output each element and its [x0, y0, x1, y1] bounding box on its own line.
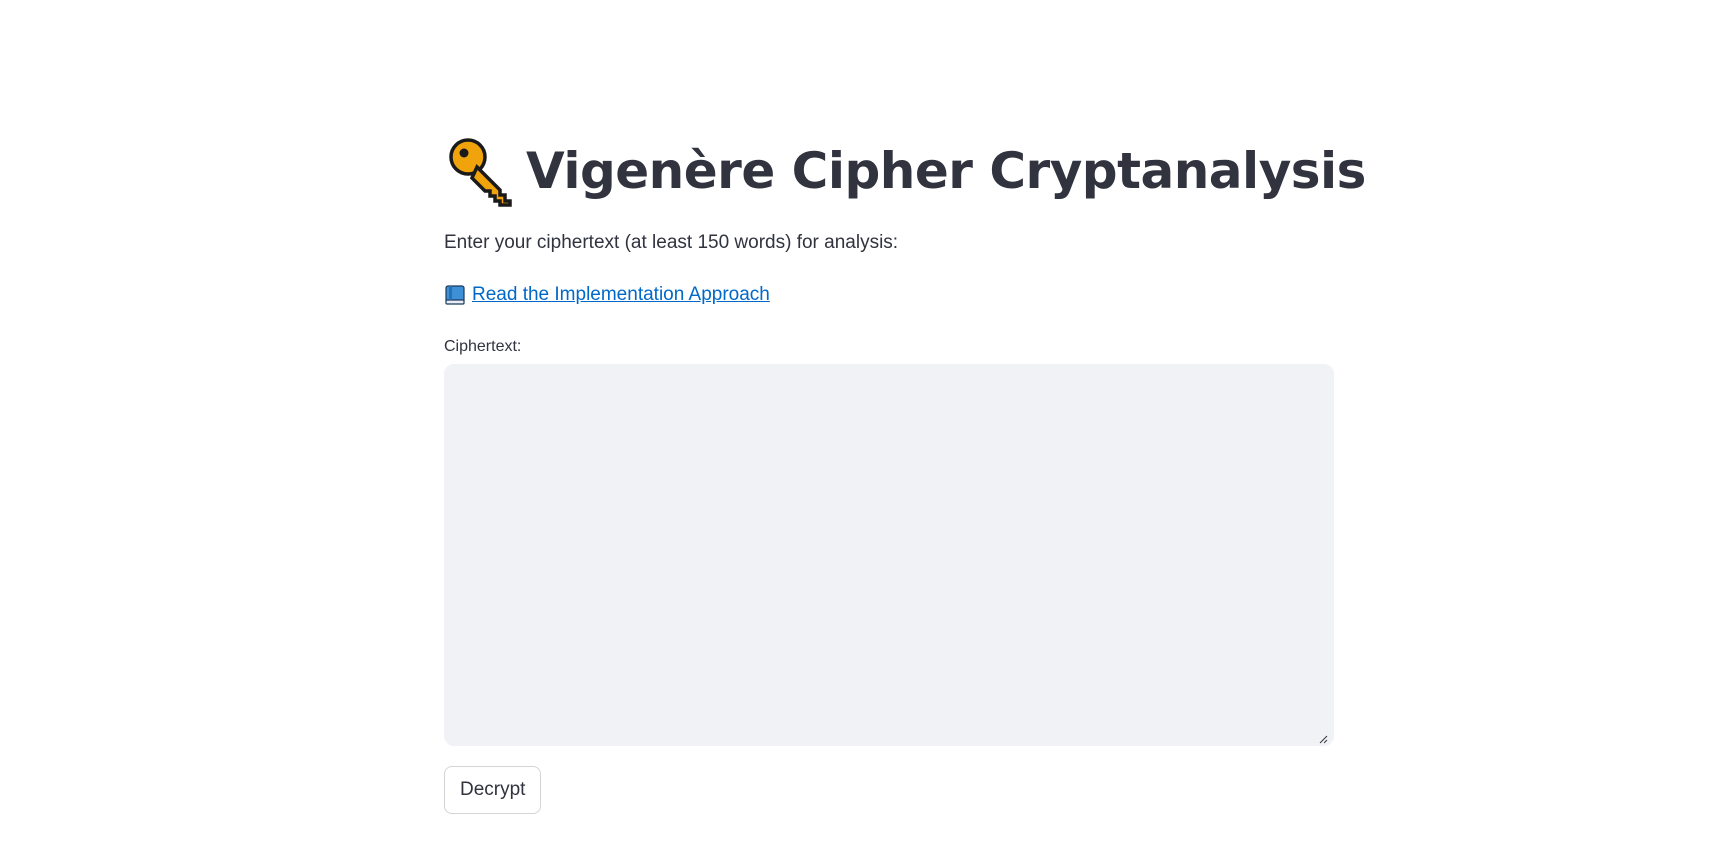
- ciphertext-input[interactable]: [444, 364, 1334, 746]
- main-content: Vigenère Cipher Cryptanalysis Enter your…: [444, 126, 1366, 814]
- implementation-approach-link[interactable]: Read the Implementation Approach: [444, 282, 770, 308]
- decrypt-button[interactable]: Decrypt: [444, 766, 542, 814]
- implementation-approach-link-label: Read the Implementation Approach: [472, 284, 770, 305]
- ciphertext-field-container: [444, 364, 1334, 746]
- instructions-text: Enter your ciphertext (at least 150 word…: [444, 232, 899, 253]
- app-root: Vigenère Cipher Cryptanalysis Enter your…: [0, 0, 1724, 862]
- resize-handle-icon[interactable]: [1318, 731, 1328, 744]
- ciphertext-label: Ciphertext:: [444, 338, 522, 355]
- key-icon: [444, 135, 516, 207]
- book-icon: [444, 284, 466, 306]
- page-title: Vigenère Cipher Cryptanalysis: [444, 126, 1366, 216]
- page-title-text: Vigenère Cipher Cryptanalysis: [526, 142, 1366, 200]
